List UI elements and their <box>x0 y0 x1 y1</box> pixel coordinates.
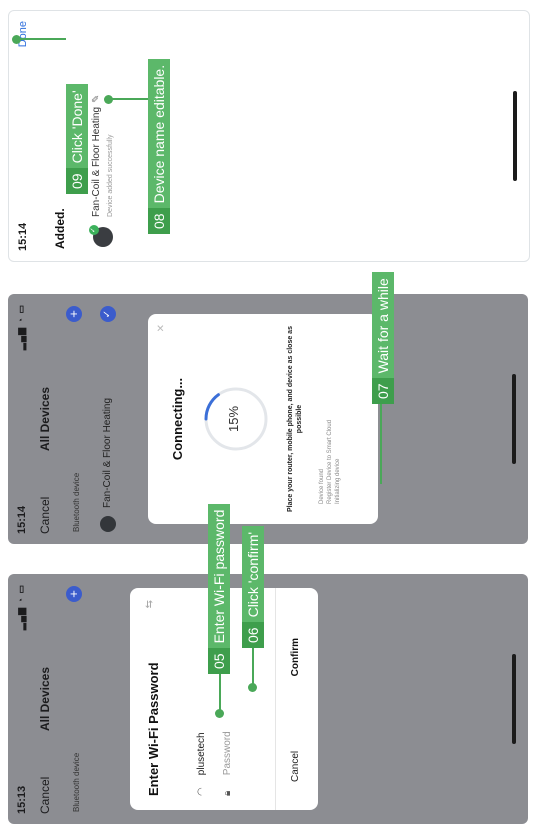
home-indicator <box>512 374 516 464</box>
page: 15:13 ▂▄▆ ◔ ▭ Cancel All Devices Bluetoo… <box>0 0 534 834</box>
home-indicator <box>513 91 517 181</box>
cancel-button[interactable]: Cancel <box>290 751 301 782</box>
annotation-06-number: 06 <box>242 622 264 648</box>
edit-pencil-icon[interactable]: ✎ <box>91 95 102 103</box>
annotation-line-05 <box>219 674 221 714</box>
annotation-08-text: Device name editable. <box>151 64 167 204</box>
status-bar: 15:14 <box>17 21 33 251</box>
status-bar: 15:13 ▂▄▆ ◔ ▭ <box>16 584 32 814</box>
annotation-line-09 <box>16 38 66 40</box>
lock-icon: 🔒︎ <box>222 790 233 796</box>
annotation-line-06 <box>252 648 254 688</box>
connecting-title: Connecting... <box>170 377 185 461</box>
progress-percent: 15% <box>226 405 241 433</box>
progress-ring: 15% <box>202 385 270 453</box>
step-register-cloud: Register Device to Smart Cloud <box>327 419 333 504</box>
dialog-buttons: Cancel Confirm <box>275 588 318 810</box>
nav-bar: Cancel All Devices <box>38 584 58 814</box>
annotation-line-07 <box>380 404 382 484</box>
step-initializing: Initializing device <box>335 458 341 504</box>
device-name: Fan-Coil & Floor Heating <box>91 106 102 217</box>
ssid-row[interactable]: ◠ plusetech <box>196 732 214 796</box>
ssid-value: plusetech <box>196 732 207 776</box>
status-time: 15:14 <box>17 222 29 251</box>
status-time: 15:14 <box>16 505 28 534</box>
device-row[interactable]: Fan-Coil & Floor Heating ✓ <box>98 306 120 532</box>
annotation-06: 06 Click 'confirm' <box>242 525 264 648</box>
add-icon[interactable]: + <box>66 586 82 602</box>
added-device-item: ✓ Fan-Coil & Floor Heating ✎ Device added… <box>89 27 129 247</box>
device-icon <box>100 516 116 532</box>
annotation-09-number: 09 <box>66 168 88 194</box>
annotation-08-number: 08 <box>148 208 170 234</box>
connection-steps: Device found Register Device to Smart Cl… <box>318 420 342 504</box>
status-time: 15:13 <box>16 785 28 814</box>
step-device-found: Device found <box>319 468 325 504</box>
password-field[interactable]: 🔒︎ Password <box>222 731 240 796</box>
confirm-button[interactable]: Confirm <box>290 638 301 676</box>
annotation-05-text: Enter Wi-Fi password <box>211 509 227 644</box>
annotation-08: 08 Device name editable. <box>148 58 170 234</box>
annotation-05: 05 Enter Wi-Fi password <box>208 503 230 674</box>
annotation-06-text: Click 'confirm' <box>245 531 261 618</box>
wifi-icon: ◠ <box>196 787 207 796</box>
annotation-line-08 <box>108 98 148 100</box>
password-placeholder: Password <box>222 731 233 776</box>
annotation-05-number: 05 <box>208 648 230 674</box>
annotation-07-text: Wait for a while <box>375 278 391 374</box>
device-status: Device added successfully <box>107 134 114 218</box>
close-icon[interactable]: ✕ <box>156 324 167 332</box>
section-label: Bluetooth device <box>72 752 81 812</box>
screenshots-stage: 15:13 ▂▄▆ ◔ ▭ Cancel All Devices Bluetoo… <box>0 0 534 834</box>
annotation-09-text: Click 'Done' <box>69 90 85 164</box>
section-label: Bluetooth device <box>72 472 81 532</box>
status-bar: 15:14 ▂▄▆ ◔ ▭ <box>16 304 32 534</box>
annotation-07-number: 07 <box>372 378 394 404</box>
annotation-07: 07 Wait for a while <box>372 272 394 404</box>
connecting-dialog: ✕ Connecting... 15% Place your router, m… <box>148 314 378 524</box>
annotation-09: 09 Click 'Done' <box>66 84 88 194</box>
switch-network-icon[interactable]: ⇆ <box>144 600 155 608</box>
phone-screen-wifi-password: 15:13 ▂▄▆ ◔ ▭ Cancel All Devices Bluetoo… <box>8 574 528 824</box>
nav-bar: Cancel All Devices <box>38 304 58 534</box>
phone-screen-connecting: 15:14 ▂▄▆ ◔ ▭ Cancel All Devices Bluetoo… <box>8 294 528 544</box>
home-indicator <box>512 654 516 744</box>
dialog-title: Enter Wi-Fi Password <box>146 662 161 796</box>
nav-title: All Devices <box>38 666 52 732</box>
success-check-icon: ✓ <box>89 225 99 235</box>
device-name-editable[interactable]: Fan-Coil & Floor Heating ✎ <box>91 95 102 217</box>
nav-title: All Devices <box>38 386 52 452</box>
signal-wifi-battery-icon: ▂▄▆ ◔ ▭ <box>16 584 26 631</box>
signal-wifi-battery-icon: ▂▄▆ ◔ ▭ <box>16 304 26 351</box>
placement-hint: Place your router, mobile phone, and dev… <box>287 326 303 512</box>
added-header: Added. <box>53 208 67 249</box>
device-name: Fan-Coil & Floor Heating <box>102 397 113 508</box>
selected-check-icon: ✓ <box>100 306 116 322</box>
add-icon[interactable]: + <box>66 306 82 322</box>
